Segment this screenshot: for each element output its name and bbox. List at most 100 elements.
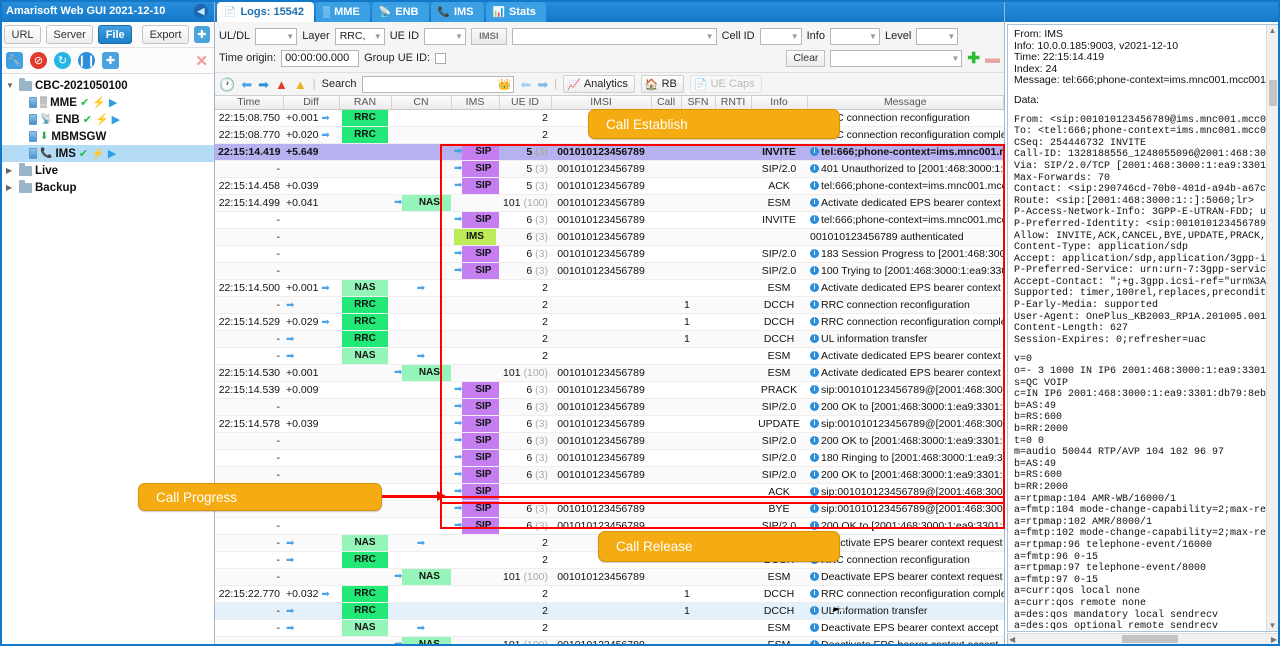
- error-triangle-icon[interactable]: ▲: [275, 78, 288, 91]
- table-row[interactable]: 22:15:14.419 +5.649 ➡ SIP 5 (3) 0010101234567…: [215, 143, 1004, 161]
- detail-vertical-scrollbar[interactable]: ▲ ▼: [1266, 25, 1278, 631]
- scroll-down-icon[interactable]: ▼: [1269, 621, 1277, 630]
- table-row[interactable]: 22:15:14.500 +0.001 ➡ NAS ➡ 2 ESM i Activate de…: [215, 279, 1004, 297]
- scroll-right-icon[interactable]: ▶: [1271, 635, 1277, 644]
- chevron-right-icon[interactable]: ▶: [6, 183, 16, 192]
- column-header-imsi[interactable]: IMSI: [551, 96, 652, 110]
- table-row[interactable]: 22:15:22.770 +0.032 ➡ RRC 2 1 DCCH i RRC connec…: [215, 585, 1004, 603]
- table-row[interactable]: - ➡ SIP 6 (3) 001010123456789 SIP/2.0 i 183 Ses…: [215, 245, 1004, 263]
- binoculars-icon[interactable]: 👑: [498, 78, 512, 91]
- status-ok-icon[interactable]: ✔: [80, 96, 89, 109]
- layer-select[interactable]: RRC, ▼: [334, 27, 385, 45]
- column-header-ue-id[interactable]: UE ID: [499, 96, 552, 110]
- imsi-select[interactable]: ▼: [511, 27, 717, 45]
- tab-stats[interactable]: 📊 Stats: [485, 2, 546, 22]
- plus-icon[interactable]: ✚: [967, 51, 980, 66]
- status-ok-icon[interactable]: ✔: [83, 113, 92, 126]
- refresh-icon[interactable]: ↻: [54, 52, 71, 69]
- play-icon[interactable]: ▶: [112, 113, 120, 126]
- table-row[interactable]: - ➡ SIP 6 (3) 001010123456789 SIP/2.0 i 200 OK …: [215, 432, 1004, 450]
- play-icon[interactable]: ▶: [109, 96, 117, 109]
- chevron-right-icon[interactable]: ▶: [6, 166, 16, 175]
- column-header-cn[interactable]: CN: [391, 96, 452, 110]
- table-row[interactable]: - ➡ SIP 6 (3) 001010123456789 INVITE i tel:666;…: [215, 211, 1004, 229]
- lightning-icon[interactable]: ⚡: [95, 113, 109, 126]
- minus-icon[interactable]: ▬: [985, 51, 1000, 66]
- column-header-ims[interactable]: IMS: [451, 96, 500, 110]
- tree-item-mme[interactable]: ▒ MME ✔ ⚡ ▶: [0, 94, 214, 111]
- plug-icon[interactable]: ✚: [102, 52, 119, 69]
- log-table-container[interactable]: Time Diff RAN CN IMS UE ID IMSI Call SFN RNTI Info…: [215, 96, 1004, 646]
- level-select[interactable]: ▼: [916, 27, 959, 45]
- column-header-rnti[interactable]: RNTI: [715, 96, 752, 110]
- search-input[interactable]: 👑: [362, 75, 515, 93]
- tree-item-ims[interactable]: 📞 IMS ✔ ⚡ ▶: [0, 145, 214, 162]
- table-row[interactable]: - ➡ SIP 6 (3) 001010123456789 SIP/2.0 i 200 OK …: [215, 398, 1004, 416]
- add-plug-icon[interactable]: ✚: [193, 26, 210, 43]
- table-row[interactable]: 22:15:14.530 +0.001 ➡ NAS 101 (100) 001010123…: [215, 364, 1004, 382]
- tab-enb[interactable]: 📡 ENB: [371, 2, 429, 22]
- wrench-icon[interactable]: 🔧: [6, 52, 23, 69]
- tree-item-mbmsgw[interactable]: ⬇ MBMSGW: [0, 128, 214, 145]
- cellid-select[interactable]: ▼: [759, 27, 802, 45]
- clear-button[interactable]: Clear: [786, 49, 826, 67]
- chevron-down-icon[interactable]: ▼: [6, 81, 16, 90]
- play-icon[interactable]: ▶: [108, 147, 116, 160]
- lightning-icon[interactable]: ⚡: [92, 96, 106, 109]
- time-origin-input[interactable]: 00:00:00.000: [281, 49, 360, 67]
- scroll-thumb[interactable]: [1268, 80, 1277, 106]
- url-button[interactable]: URL: [4, 25, 42, 44]
- tree-item-enb[interactable]: 📡 ENB ✔ ⚡ ▶: [0, 111, 214, 128]
- table-row[interactable]: - ➡ NAS ➡ 2 ESMiDeactivate EPS bearer contex…: [215, 619, 1004, 637]
- tab-mme[interactable]: ▒ MME: [316, 2, 370, 22]
- table-row[interactable]: - ➡ NAS ➡ 2 ESM i Activate dedicated EPS beare…: [215, 347, 1004, 365]
- column-header-ran[interactable]: RAN: [339, 96, 392, 110]
- tab-ims[interactable]: 📞 IMS: [430, 2, 484, 22]
- table-row[interactable]: - ➡ SIP 6 (3) 001010123456789 SIP/2.0 i 200 OK …: [215, 466, 1004, 484]
- pause-icon[interactable]: ❙❙: [77, 52, 96, 69]
- group-ueid-checkbox[interactable]: [435, 52, 447, 64]
- arrow-left-icon[interactable]: ⬅: [241, 78, 252, 91]
- file-button[interactable]: File: [98, 25, 133, 44]
- lightning-icon[interactable]: ⚡: [91, 147, 105, 160]
- rb-button[interactable]: 🏠 RB: [640, 75, 684, 93]
- table-row[interactable]: - ➡ RRC 2 1 DCCH i UL information transfer: [215, 330, 1004, 348]
- column-header-diff[interactable]: Diff: [283, 96, 340, 110]
- imsi-button[interactable]: IMSI: [471, 27, 507, 45]
- preset-select[interactable]: ▼: [830, 49, 963, 67]
- chevron-left-icon[interactable]: ◀: [194, 4, 208, 18]
- stop-icon[interactable]: ⊘: [30, 52, 47, 69]
- close-x-icon[interactable]: ✕: [195, 52, 208, 70]
- tree-item-cbc-2021050100[interactable]: ▼ CBC-2021050100: [0, 77, 214, 94]
- uldl-select[interactable]: ▼: [255, 27, 298, 45]
- table-row[interactable]: - ➡ NAS 101 (100) 001010123456789 ESM i Deactiv…: [215, 636, 1004, 646]
- table-row[interactable]: - ➡ NAS 101 (100) 001010123456789 ESM i Deactiv…: [215, 568, 1004, 586]
- table-row[interactable]: - ➡ SIP 6 (3) 001010123456789 SIP/2.0 i 100 Try…: [215, 262, 1004, 280]
- ueid-select[interactable]: ▼: [424, 27, 467, 45]
- table-row[interactable]: - ➡ SIP 5 (3) 001010123456789 SIP/2.0 i 401 Una…: [215, 160, 1004, 178]
- table-row[interactable]: - ➡ RRC 2 1 DCCH i UL information transfer: [215, 602, 1004, 620]
- column-header-info[interactable]: Info: [751, 96, 808, 110]
- table-row[interactable]: - IMS 6 (3) 001010123456789 001010123456789 …: [215, 228, 1004, 246]
- table-row[interactable]: 22:15:14.529 +0.029 ➡ RRC 2 1 DCCH i RRC connec…: [215, 313, 1004, 331]
- server-button[interactable]: Server: [46, 25, 94, 44]
- scroll-thumb[interactable]: [1122, 635, 1178, 643]
- search-prev-icon[interactable]: ⬅: [520, 78, 531, 91]
- table-row[interactable]: - ➡ RRC 2 1 DCCH i RRC connection reconfigurat…: [215, 296, 1004, 314]
- table-row[interactable]: - ➡ SIP 6 (3) 001010123456789 SIP/2.0 i 180 Rin…: [215, 449, 1004, 467]
- tree-item-backup[interactable]: ▶ Backup: [0, 179, 214, 196]
- table-row[interactable]: 22:15:14.458 +0.039 ➡ SIP 5 (3) 0010101234567…: [215, 177, 1004, 195]
- ue-caps-button[interactable]: 📄 UE Caps: [689, 75, 762, 93]
- scroll-left-icon[interactable]: ◀: [1009, 635, 1015, 644]
- column-header-call[interactable]: Call: [651, 96, 682, 110]
- arrow-right-icon[interactable]: ➡: [258, 78, 269, 91]
- table-row[interactable]: 22:15:14.499 +0.041 ➡ NAS 101 (100) 001010123…: [215, 194, 1004, 212]
- tab-logs-15542[interactable]: 📄 Logs: 15542: [217, 2, 315, 22]
- status-ok-icon[interactable]: ✔: [79, 147, 88, 160]
- column-header-time[interactable]: Time: [215, 96, 284, 110]
- table-row[interactable]: 22:15:14.578 +0.039 ➡ SIP 6 (3) 0010101234567…: [215, 415, 1004, 433]
- clock-icon[interactable]: 🕐: [219, 78, 235, 91]
- detail-horizontal-scrollbar[interactable]: ◀ ▶: [1007, 633, 1279, 645]
- column-header-message[interactable]: Message: [807, 96, 1004, 110]
- scroll-up-icon[interactable]: ▲: [1269, 26, 1277, 35]
